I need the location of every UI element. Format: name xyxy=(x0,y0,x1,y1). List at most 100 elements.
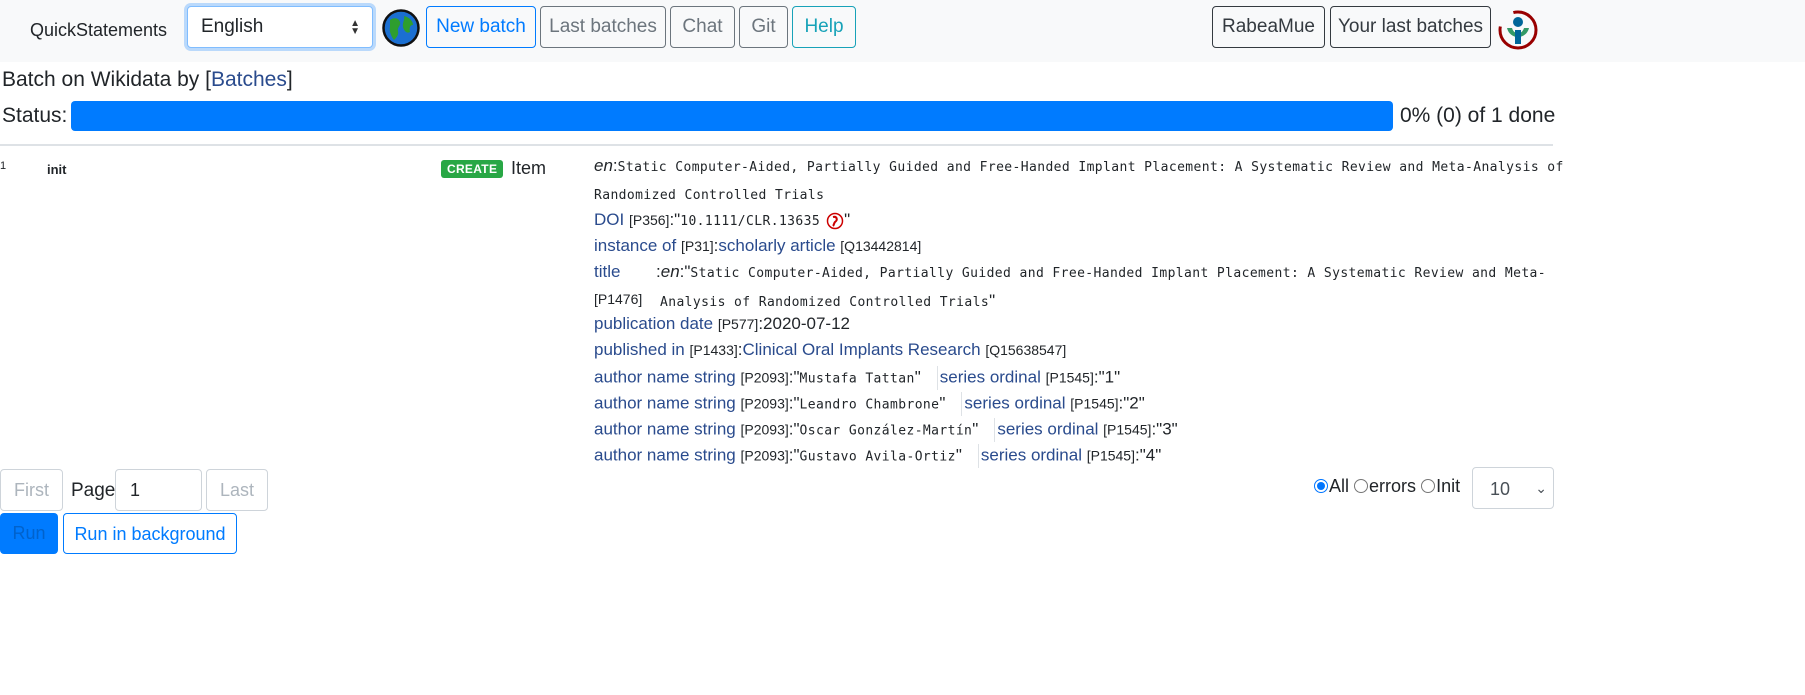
filter-errors-label[interactable]: errors xyxy=(1369,476,1416,496)
label-statement-cont: Randomized Controlled Trials xyxy=(594,184,824,204)
page-label: Page xyxy=(71,480,116,501)
journal-qid: [Q15638547] xyxy=(985,342,1067,358)
batch-title: Batch on Wikidata by [Batches] xyxy=(2,68,293,92)
help-button[interactable]: Help xyxy=(792,6,856,48)
author-name: Gustavo Avila-Ortiz xyxy=(799,449,956,465)
run-in-background-button[interactable]: Run in background xyxy=(63,513,237,554)
divider xyxy=(0,144,1553,146)
series-ordinal-link[interactable]: series ordinal xyxy=(940,367,1041,386)
title-pid: [P1476] xyxy=(594,291,643,307)
page-input[interactable]: 1 xyxy=(115,469,202,511)
your-last-batches-button[interactable]: Your last batches xyxy=(1330,6,1491,48)
published-in-pid: [P1433] xyxy=(689,342,738,358)
author-property-link[interactable]: author name string xyxy=(594,367,736,386)
instance-of-statement: instance of [P31]:scholarly article [Q13… xyxy=(594,236,922,255)
label-statement: en:Static Computer-Aided, Partially Guid… xyxy=(594,156,1564,175)
status-label: Status: xyxy=(2,104,68,127)
batch-title-prefix: Batch on Wikidata by [ xyxy=(2,68,211,91)
globe-icon[interactable] xyxy=(382,9,420,47)
author-statement: author name string [P2093]:"Mustafa Tatt… xyxy=(594,366,1120,390)
series-ordinal-pid: [P1545] xyxy=(1070,395,1119,412)
label-value-cont: Randomized Controlled Trials xyxy=(594,188,825,203)
first-page-button[interactable]: First xyxy=(0,469,63,511)
title-value2: Analysis of Randomized Controlled Trials xyxy=(660,295,990,310)
filter-errors-radio[interactable] xyxy=(1354,479,1369,493)
create-badge: CREATE xyxy=(441,160,504,178)
series-ordinal-value: 1 xyxy=(1104,367,1115,387)
author-pid: [P2093] xyxy=(740,421,789,438)
author-property-link[interactable]: author name string xyxy=(594,445,736,464)
git-button[interactable]: Git xyxy=(739,6,788,48)
command-number: 1 xyxy=(0,160,7,172)
publication-date-statement: publication date [P577]:2020-07-12 xyxy=(594,314,851,333)
author-statement: author name string [P2093]:"Leandro Cham… xyxy=(594,392,1145,416)
qualifier-separator xyxy=(961,392,963,416)
title-value-line1: :en:"Static Computer-Aided, Partially Gu… xyxy=(656,262,1546,281)
series-ordinal-pid: [P1545] xyxy=(1103,421,1152,438)
qualifier-separator xyxy=(977,444,979,468)
author-property-link[interactable]: author name string xyxy=(594,393,736,412)
author-pid: [P2093] xyxy=(740,395,789,412)
select-arrows-icon: ▲ ▼ xyxy=(350,18,360,37)
per-page-value: 10 xyxy=(1490,479,1511,499)
language-select-value: English xyxy=(201,16,264,37)
last-page-button[interactable]: Last xyxy=(206,469,268,511)
title-lang: en xyxy=(660,262,680,281)
filter-init-label[interactable]: Init xyxy=(1436,476,1460,496)
chat-button[interactable]: Chat xyxy=(670,6,735,48)
series-ordinal-link[interactable]: series ordinal xyxy=(981,445,1082,464)
publication-date-link[interactable]: publication date xyxy=(594,314,713,333)
author-property-link[interactable]: author name string xyxy=(594,419,736,438)
user-button[interactable]: RabeaMue xyxy=(1212,6,1325,48)
series-ordinal-value: 2 xyxy=(1129,393,1139,413)
author-name: Leandro Chambrone xyxy=(799,397,940,413)
filter-all-radio[interactable] xyxy=(1314,479,1328,493)
title-property-link[interactable]: title xyxy=(594,262,620,281)
last-batches-button[interactable]: Last batches xyxy=(540,6,666,48)
command-status: init xyxy=(47,162,67,177)
author-statement: author name string [P2093]:"Gustavo Avil… xyxy=(594,444,1161,468)
author-name: Oscar González-Martín xyxy=(799,423,973,439)
scholarly-article-link[interactable]: scholarly article xyxy=(718,236,835,255)
language-select[interactable]: English ▲ ▼ xyxy=(187,6,373,48)
filter-all-label[interactable]: All xyxy=(1329,476,1349,496)
command-type: Item xyxy=(511,158,547,178)
doi-icon[interactable] xyxy=(826,212,844,230)
title-statement: title :en:"Static Computer-Aided, Partia… xyxy=(594,262,1546,282)
chevron-down-icon: ⌄ xyxy=(1535,480,1547,496)
series-ordinal-value: 3 xyxy=(1162,419,1172,439)
journal-link[interactable]: Clinical Oral Implants Research xyxy=(742,340,980,359)
doi-value: 10.1111/CLR.13635 xyxy=(680,214,821,229)
filter-init-radio[interactable] xyxy=(1421,479,1436,493)
publication-date-pid: [P577] xyxy=(717,316,759,332)
new-batch-button[interactable]: New batch xyxy=(426,6,536,48)
scholarly-article-qid: [Q13442814] xyxy=(840,238,922,254)
title-value1: Static Computer-Aided, Partially Guided … xyxy=(690,266,1546,281)
series-ordinal-link[interactable]: series ordinal xyxy=(964,393,1065,412)
author-pid: [P2093] xyxy=(740,369,789,386)
run-button[interactable]: Run xyxy=(0,513,58,554)
instance-of-link[interactable]: instance of xyxy=(594,236,676,255)
publication-date-value: 2020-07-12 xyxy=(763,314,851,333)
qualifier-separator xyxy=(936,366,938,390)
qualifier-separator xyxy=(994,418,996,442)
author-pid: [P2093] xyxy=(740,447,789,464)
doi-property-link[interactable]: DOI xyxy=(594,210,624,229)
series-ordinal-link[interactable]: series ordinal xyxy=(997,419,1098,438)
app-brand[interactable]: QuickStatements xyxy=(30,20,167,41)
published-in-link[interactable]: published in xyxy=(594,340,685,359)
title-value-line2: Analysis of Randomized Controlled Trials… xyxy=(660,291,996,310)
series-ordinal-pid: [P1545] xyxy=(1086,447,1135,464)
published-in-statement: published in [P1433]:Clinical Oral Impla… xyxy=(594,340,1067,359)
progress-text: 0% (0) of 1 done xyxy=(1400,104,1556,127)
batches-link[interactable]: Batches xyxy=(211,68,287,91)
series-ordinal-value: 4 xyxy=(1145,445,1156,465)
per-page-select[interactable]: 10 ⌄ xyxy=(1472,467,1554,509)
wikimedia-logo-icon[interactable] xyxy=(1498,10,1538,50)
title-statement-cont: [P1476] Analysis of Randomized Controlle… xyxy=(594,289,995,310)
instance-of-pid: [P31] xyxy=(680,238,714,254)
doi-statement: DOI [P356]:"10.1111/CLR.13635 " xyxy=(594,210,851,230)
series-ordinal-pid: [P1545] xyxy=(1045,369,1094,386)
progress-bar xyxy=(71,101,1393,131)
author-name: Mustafa Tattan xyxy=(799,371,915,387)
